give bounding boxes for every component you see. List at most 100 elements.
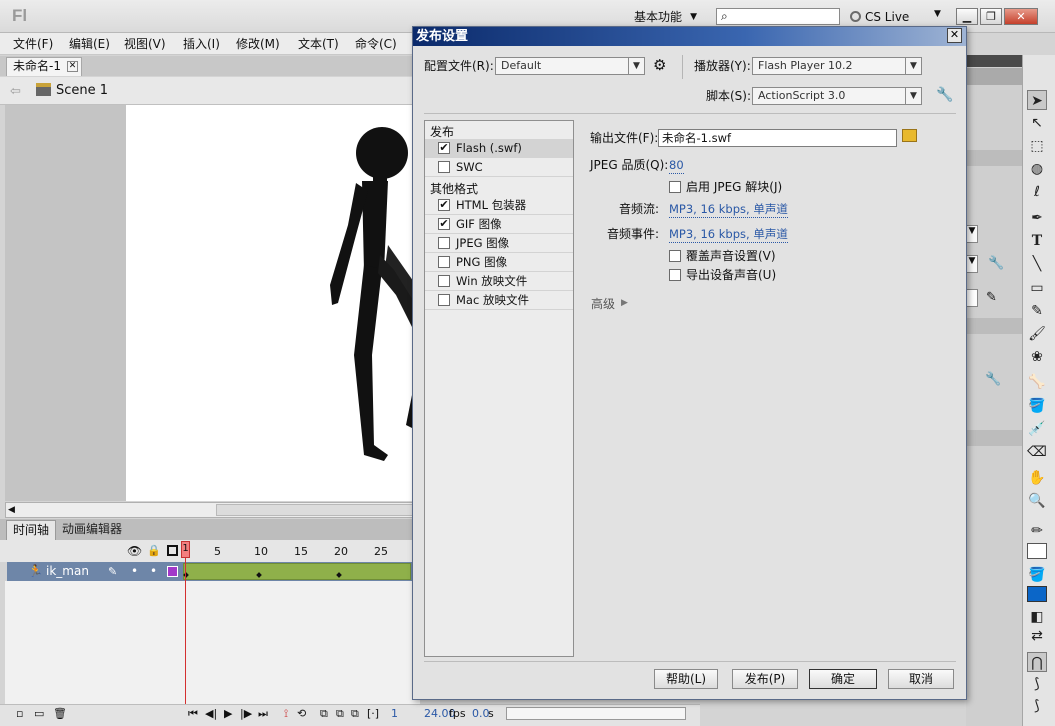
wrench-icon[interactable]: 🔧 xyxy=(936,87,953,103)
subselection-tool-icon[interactable]: ↖ xyxy=(1027,113,1047,133)
step-forward-icon[interactable]: |▶ xyxy=(240,707,252,721)
checkbox-swc[interactable] xyxy=(438,161,450,173)
modify-markers-icon[interactable]: [·] xyxy=(367,707,379,721)
go-last-frame-icon[interactable]: ⏭ xyxy=(258,707,268,721)
format-item-html[interactable]: ✔ HTML 包装器 xyxy=(425,196,573,215)
output-file-input[interactable]: 未命名-1.swf xyxy=(658,129,897,147)
eraser-tool-icon[interactable]: ⌫ xyxy=(1027,442,1047,462)
onion-outline-icon[interactable]: ⧉ xyxy=(336,707,344,721)
workspace-switcher[interactable]: 基本功能 ▼ xyxy=(626,7,704,27)
help-button[interactable]: 帮助(L) xyxy=(654,669,718,689)
menu-file[interactable]: 文件(F) xyxy=(13,36,53,52)
lock-icon[interactable]: 🔒 xyxy=(147,544,161,557)
eye-icon[interactable]: 👁 xyxy=(127,544,142,558)
jpeg-quality-value[interactable]: 80 xyxy=(669,157,684,174)
chevron-down-icon[interactable]: ▼ xyxy=(966,255,978,273)
player-select[interactable]: Flash Player 10.2 ▼ xyxy=(752,57,922,75)
fill-color-swatch[interactable] xyxy=(1027,586,1047,602)
pencil-icon[interactable]: ✎ xyxy=(108,565,117,578)
back-arrow-icon[interactable]: ⇦ xyxy=(10,84,21,99)
tab-motion-editor[interactable]: 动画编辑器 xyxy=(56,520,128,540)
swap-colors-icon[interactable]: ⇄ xyxy=(1027,626,1047,646)
free-transform-tool-icon[interactable]: ⬚ xyxy=(1027,136,1047,156)
outline-icon[interactable] xyxy=(167,545,178,556)
stage[interactable] xyxy=(126,105,416,501)
pen-tool-icon[interactable]: ✒ xyxy=(1027,208,1047,228)
checkbox-win-projector[interactable] xyxy=(438,275,450,287)
menu-commands[interactable]: 命令(C) xyxy=(355,36,397,52)
format-item-jpeg[interactable]: JPEG 图像 xyxy=(425,234,573,253)
checkbox-flash[interactable]: ✔ xyxy=(438,142,450,154)
chevron-down-icon[interactable]: ▼ xyxy=(966,225,978,243)
wrench-icon[interactable]: 🔧 xyxy=(985,372,1001,387)
checkbox-html[interactable]: ✔ xyxy=(438,199,450,211)
publish-button[interactable]: 发布(P) xyxy=(732,669,798,689)
chevron-down-icon[interactable]: ▼ xyxy=(934,9,941,19)
step-back-icon[interactable]: ◀| xyxy=(205,707,217,721)
help-search-input[interactable]: ⌕ xyxy=(716,8,840,25)
format-item-swc[interactable]: SWC xyxy=(425,158,573,177)
tab-timeline[interactable]: 时间轴 xyxy=(6,520,57,540)
format-item-png[interactable]: PNG 图像 xyxy=(425,253,573,272)
brush-tool-icon[interactable]: 🖌 xyxy=(1027,324,1047,344)
script-select[interactable]: ActionScript 3.0 ▼ xyxy=(752,87,922,105)
checkbox-jpeg[interactable] xyxy=(438,237,450,249)
loop-icon[interactable]: ⟲ xyxy=(297,707,306,721)
input-field[interactable] xyxy=(966,289,978,307)
stick-figure-ik-man[interactable] xyxy=(126,105,416,501)
wrench-icon[interactable]: 🔧 xyxy=(988,256,1004,271)
gear-icon[interactable]: ⚙ xyxy=(653,56,666,74)
line-tool-icon[interactable]: ╲ xyxy=(1027,254,1047,274)
checkbox-override-sound[interactable] xyxy=(669,250,681,262)
audio-stream-value[interactable]: MP3, 16 kbps, 单声道 xyxy=(669,201,788,218)
menu-insert[interactable]: 插入(I) xyxy=(183,36,220,52)
selection-tool-icon[interactable]: ➤ xyxy=(1027,90,1047,110)
snap-magnet-icon[interactable]: ⋂ xyxy=(1027,652,1047,672)
folder-icon[interactable] xyxy=(902,129,917,142)
checkbox-export-device-sound[interactable] xyxy=(669,269,681,281)
paint-bucket-tool-icon[interactable]: 🪣 xyxy=(1027,396,1047,416)
close-window-button[interactable]: ✕ xyxy=(1004,8,1038,25)
layer-color-swatch[interactable] xyxy=(167,566,178,577)
onion-skin-icon[interactable]: ⧉ xyxy=(320,707,328,721)
delete-layer-icon[interactable]: 🗑 xyxy=(53,707,67,721)
zoom-tool-icon[interactable]: 🔍 xyxy=(1027,491,1047,511)
new-folder-icon[interactable]: ▭ xyxy=(34,707,44,721)
dialog-close-button[interactable]: ✕ xyxy=(947,28,962,43)
audio-event-value[interactable]: MP3, 16 kbps, 单声道 xyxy=(669,226,788,243)
expand-arrow-icon[interactable]: ▶ xyxy=(621,298,628,308)
black-white-icon[interactable]: ◧ xyxy=(1027,607,1047,627)
format-item-flash[interactable]: ✔ Flash (.swf) xyxy=(425,139,573,158)
edit-multiple-frames-icon[interactable]: ⧉ xyxy=(351,707,359,721)
cs-live-button[interactable]: CS Live xyxy=(850,9,909,25)
visibility-dot[interactable]: • xyxy=(131,564,138,578)
smooth-icon[interactable]: ⟆ xyxy=(1027,674,1047,694)
checkbox-gif[interactable]: ✔ xyxy=(438,218,450,230)
cancel-button[interactable]: 取消 xyxy=(888,669,954,689)
format-item-gif[interactable]: ✔ GIF 图像 xyxy=(425,215,573,234)
menu-edit[interactable]: 编辑(E) xyxy=(69,36,110,52)
layer-name[interactable]: ik_man xyxy=(46,564,89,578)
text-tool-icon[interactable]: T xyxy=(1027,231,1047,251)
new-layer-icon[interactable]: ▫ xyxy=(16,707,23,721)
maximize-button[interactable]: ❐ xyxy=(980,8,1002,25)
format-item-mac-projector[interactable]: Mac 放映文件 xyxy=(425,291,573,310)
format-item-win-projector[interactable]: Win 放映文件 xyxy=(425,272,573,291)
center-frame-icon[interactable]: ⟟ xyxy=(284,707,288,721)
eyedropper-tool-icon[interactable]: 💉 xyxy=(1027,419,1047,439)
rectangle-tool-icon[interactable]: ▭ xyxy=(1027,278,1047,298)
checkbox-png[interactable] xyxy=(438,256,450,268)
menu-modify[interactable]: 修改(M) xyxy=(236,36,280,52)
go-first-frame-icon[interactable]: ⏮ xyxy=(188,707,198,721)
straighten-icon[interactable]: ⟆ xyxy=(1027,696,1047,716)
stroke-color-icon[interactable]: ✏ xyxy=(1027,521,1047,541)
pencil-tool-icon[interactable]: ✎ xyxy=(1027,301,1047,321)
menu-text[interactable]: 文本(T) xyxy=(298,36,339,52)
ok-button[interactable]: 确定 xyxy=(809,669,877,689)
menu-view[interactable]: 视图(V) xyxy=(124,36,166,52)
pose-span[interactable] xyxy=(183,563,411,580)
document-tab[interactable]: 未命名-1 ✕ xyxy=(6,57,82,76)
lasso-tool-icon[interactable]: ℓ xyxy=(1027,182,1047,202)
stroke-color-swatch[interactable] xyxy=(1027,543,1047,559)
advanced-toggle[interactable]: 高级 xyxy=(591,296,615,312)
